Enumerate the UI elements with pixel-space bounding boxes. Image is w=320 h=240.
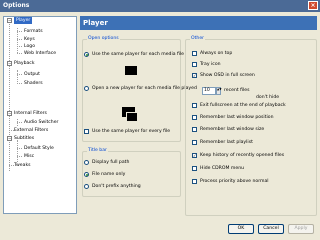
recent-files-count-input[interactable]: 10 [202,87,216,95]
recent-files-note: don't hide [256,95,280,100]
tree-connector-line [17,74,22,75]
tree-item-formats[interactable]: Formats [24,28,43,35]
tree-item-audio-switcher[interactable]: Audio Switcher [24,119,58,126]
radio-file-name-only[interactable]: File name only [84,171,180,178]
tree-connector-line [17,46,22,47]
recent-files-suffix: recent files [224,88,250,93]
same-player-preview-image [125,66,137,75]
tree-connector-line [17,140,18,162]
radio-label: Open a new player for each media file pl… [92,86,197,91]
other-label: Other [190,36,206,41]
checkbox-label: Remember last window position [200,115,274,120]
hide-cdrom-menu-checkbox[interactable]: Hide CDROM menu [192,165,314,172]
open-options-label: Open options [87,36,120,41]
tree-item-misc[interactable]: Misc [24,153,34,160]
tree-item-logo[interactable]: Logo [24,43,35,50]
title-bar-label: Title bar [87,148,108,153]
radio-indicator [84,184,89,189]
checkbox-indicator: ✓ [192,153,197,158]
new-player-preview-image [126,112,138,122]
tree-item-internal-filters[interactable]: Internal Filters [14,110,47,117]
tree-item-web-interface[interactable]: Web Interface [24,50,56,57]
collapse-icon[interactable]: − [7,136,12,141]
show-osd-checkbox[interactable]: ✓ Show OSD in full screen [192,72,314,79]
checkbox-label: Always on top [200,51,233,56]
close-button[interactable]: × [308,1,318,10]
radio-label: Use the same player for each media file [92,52,184,57]
exit-fullscreen-checkbox[interactable]: Exit fullscreen at the end of playback [192,102,314,109]
checkbox-label: Remember last playlist [200,140,253,145]
collapse-icon[interactable]: − [7,18,12,23]
tray-icon-checkbox[interactable]: Tray icon [192,61,314,68]
tree-connector-line [17,122,22,123]
checkbox-label: Use the same player for every file [92,129,171,134]
tree-connector-line [17,83,22,84]
panel-header: Player [80,16,317,30]
same-player-every-file-checkbox[interactable]: Use the same player for every file [84,128,180,135]
collapse-icon[interactable]: − [7,111,12,116]
tree-item-shaders[interactable]: Shaders [24,80,43,87]
tree-item-subtitles[interactable]: Subtitles [14,135,34,142]
checkbox-label: Exit fullscreen at the end of playback [200,103,286,108]
radio-same-player[interactable]: Use the same player for each media file [84,51,184,58]
checkbox-label: Process priority above normal [200,179,269,184]
radio-indicator [84,86,89,91]
checkbox-label: Remember last window size [200,127,265,132]
checkbox-label: Keep history of recently opened files [200,153,285,158]
checkbox-indicator [192,103,197,108]
remember-playlist-checkbox[interactable]: Remember last playlist [192,139,314,146]
tree-connector-line [17,31,22,32]
tree-connector-line [17,39,22,40]
spin-arrows-icon[interactable]: ▲▼ [216,87,222,95]
window-title: Options [3,2,30,9]
checkbox-indicator [192,179,197,184]
cancel-button[interactable]: Cancel [258,224,284,234]
remember-position-checkbox[interactable]: Remember last window position [192,114,314,121]
tree-connector-line [17,70,18,84]
radio-label: File name only [92,172,126,177]
keep-history-checkbox[interactable]: ✓ Keep history of recently opened files [192,152,314,159]
tree-item-default-style[interactable]: Default Style [24,145,54,152]
checkbox-indicator [192,140,197,145]
tree-connector-line [17,53,22,54]
tree-connector-line [17,156,22,157]
checkbox-indicator [192,115,197,120]
always-on-top-checkbox[interactable]: Always on top [192,50,314,57]
tree-item-playback[interactable]: Playback [14,60,35,67]
checkbox-indicator [192,62,197,67]
collapse-icon[interactable]: − [7,61,12,66]
tree-connector-line [9,21,10,171]
radio-label: Don't prefix anything [92,184,141,189]
radio-indicator [84,172,89,177]
ok-button[interactable]: OK [228,224,254,234]
checkbox-indicator: ✓ [192,73,197,78]
tree-item-tweaks[interactable]: Tweaks [14,162,31,169]
checkbox-indicator [192,166,197,171]
checkbox-indicator [84,129,89,134]
radio-label: Display full path [92,160,130,165]
panel-title: Player [83,19,108,27]
options-tree[interactable]: − Player Formats Keys Logo Web Interface… [3,16,77,214]
checkbox-label: Tray icon [200,62,221,67]
radio-indicator [84,160,89,165]
remember-size-checkbox[interactable]: Remember last window size [192,126,314,133]
tree-connector-line [17,148,22,149]
process-priority-checkbox[interactable]: Process priority above normal [192,178,314,185]
checkbox-label: Show OSD in full screen [200,73,255,78]
tree-item-player[interactable]: Player [14,17,33,24]
radio-display-full-path[interactable]: Display full path [84,159,180,166]
tree-item-keys[interactable]: Keys [24,36,35,43]
apply-button[interactable]: Apply [288,224,314,234]
radio-new-player[interactable]: Open a new player for each media file pl… [84,85,197,92]
radio-indicator [84,52,89,57]
checkbox-label: Hide CDROM menu [200,166,245,171]
title-bar: Options × [0,0,320,12]
tree-item-output[interactable]: Output [24,71,40,78]
checkbox-indicator [192,127,197,132]
tree-item-external-filters[interactable]: External Filters [14,127,48,134]
checkbox-indicator [192,51,197,56]
radio-dont-prefix[interactable]: Don't prefix anything [84,183,180,190]
